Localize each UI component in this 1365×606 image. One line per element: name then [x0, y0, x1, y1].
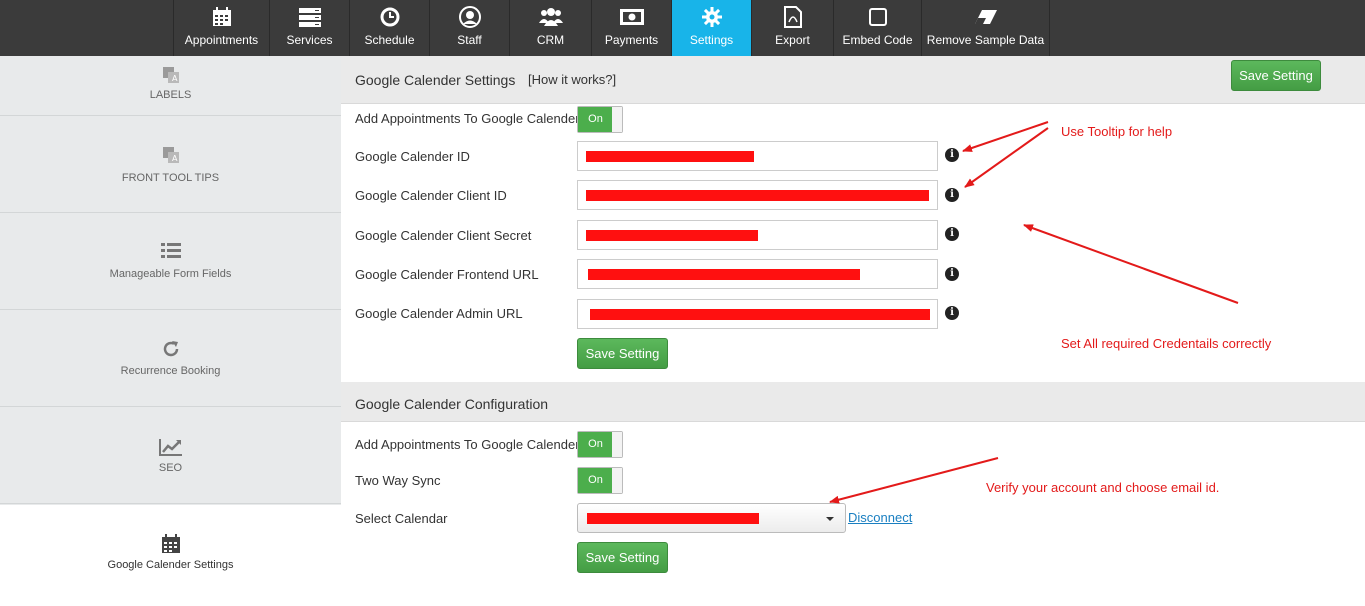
info-icon[interactable]: i	[945, 227, 959, 241]
arrow	[829, 457, 999, 504]
users-icon	[510, 5, 591, 29]
client-secret-field[interactable]	[577, 220, 938, 250]
calendar-select[interactable]	[577, 503, 846, 533]
add-appointments-toggle[interactable]: On	[577, 106, 623, 133]
nav-label: CRM	[536, 33, 565, 47]
nav-schedule[interactable]: Schedule	[349, 0, 429, 56]
arrow	[962, 121, 1049, 152]
redaction	[587, 513, 759, 524]
nav-settings[interactable]: Settings	[671, 0, 751, 56]
verify-note: Verify your account and choose email id.	[986, 480, 1220, 495]
sidebar-item-label: Recurrence Booking	[120, 365, 221, 377]
sidebar-item-front-tool-tips[interactable]: A FRONT TOOL TIPS	[0, 117, 341, 213]
two-way-sync-label: Two Way Sync	[355, 473, 441, 488]
how-it-works-link[interactable]: [How it works?]	[528, 72, 616, 87]
client-id-field[interactable]	[577, 180, 938, 210]
sidebar-item-google-calender-settings[interactable]: Google Calender Settings	[0, 505, 341, 606]
nav-label: Staff	[457, 33, 482, 47]
credentials-note: Set All required Credentails correctly	[1061, 336, 1272, 351]
toggle-knob	[612, 107, 622, 132]
field-label: Google Calender Client Secret	[355, 228, 532, 243]
pdf-icon	[752, 5, 833, 29]
settings-sidebar: A LABELS A FRONT TOOL TIPS Manageable Fo…	[0, 56, 341, 606]
nav-label: Export	[775, 33, 810, 47]
nav-remove-sample-data[interactable]: Remove Sample Data	[921, 0, 1050, 56]
line-chart-icon	[0, 438, 341, 456]
save-setting-button-top[interactable]: Save Setting	[1231, 60, 1321, 91]
toggle-on-label: On	[578, 107, 613, 132]
field-label: Google Calender Frontend URL	[355, 267, 539, 282]
select-calendar-label: Select Calendar	[355, 511, 448, 526]
field-label: Google Calender Admin URL	[355, 306, 523, 321]
frontend-url-field[interactable]	[577, 259, 938, 289]
svg-text:A: A	[172, 154, 178, 163]
two-way-sync-toggle[interactable]: On	[577, 467, 623, 494]
page: Appointments Services Schedule Staff CRM	[0, 0, 1365, 606]
nav-export[interactable]: Export	[751, 0, 833, 56]
refresh-icon	[0, 340, 341, 358]
info-icon[interactable]: i	[945, 148, 959, 162]
info-icon[interactable]: i	[945, 267, 959, 281]
settings-panel-header: Google Calender Settings [How it works?]	[341, 56, 1365, 104]
square-icon	[834, 5, 921, 29]
nav-label: Settings	[689, 33, 734, 47]
sidebar-item-label: FRONT TOOL TIPS	[121, 172, 220, 184]
list-icon	[0, 243, 341, 259]
config-title: Google Calender Configuration	[355, 396, 549, 412]
info-icon[interactable]: i	[945, 188, 959, 202]
calender-id-field[interactable]	[577, 141, 938, 171]
sidebar-item-label: SEO	[158, 462, 183, 474]
nav-crm[interactable]: CRM	[509, 0, 591, 56]
toggle-knob	[612, 468, 622, 493]
info-icon[interactable]: i	[945, 306, 959, 320]
config-add-appointments-toggle[interactable]: On	[577, 431, 623, 458]
config-panel-header: Google Calender Configuration	[341, 382, 1365, 422]
nav-staff[interactable]: Staff	[429, 0, 509, 56]
redaction	[586, 151, 754, 162]
sidebar-item-form-fields[interactable]: Manageable Form Fields	[0, 214, 341, 310]
translate-icon: A	[0, 146, 341, 164]
money-icon	[592, 5, 671, 29]
sidebar-item-label: Manageable Form Fields	[109, 268, 232, 280]
toggle-on-label: On	[578, 468, 613, 493]
config-save-setting-button[interactable]: Save Setting	[577, 542, 668, 573]
translate-icon: A	[0, 66, 341, 84]
nav-label: Remove Sample Data	[926, 33, 1045, 47]
sidebar-item-labels[interactable]: A LABELS	[0, 20, 341, 116]
tooltip-note: Use Tooltip for help	[1061, 124, 1173, 139]
toggle-on-label: On	[578, 432, 613, 457]
nav-payments[interactable]: Payments	[591, 0, 671, 56]
field-label: Google Calender Client ID	[355, 188, 507, 203]
redaction	[588, 269, 860, 280]
eraser-icon	[922, 5, 1049, 29]
gear-icon	[672, 5, 751, 29]
sidebar-item-recurrence-booking[interactable]: Recurrence Booking	[0, 311, 341, 407]
user-icon	[430, 5, 509, 29]
arrow	[1023, 224, 1239, 304]
add-appointments-label: Add Appointments To Google Calender	[355, 111, 580, 126]
disconnect-link[interactable]: Disconnect	[848, 510, 912, 525]
sidebar-item-seo[interactable]: SEO	[0, 408, 341, 504]
arrow	[964, 127, 1049, 188]
nav-label: Embed Code	[842, 33, 913, 47]
redaction	[586, 230, 758, 241]
chevron-down-icon	[826, 517, 834, 521]
save-setting-button[interactable]: Save Setting	[577, 338, 668, 369]
calendar-icon	[0, 534, 341, 554]
field-label: Google Calender ID	[355, 149, 470, 164]
clock-icon	[350, 5, 429, 29]
toggle-knob	[612, 432, 622, 457]
redaction	[586, 190, 929, 201]
sidebar-item-label: LABELS	[149, 89, 192, 101]
nav-label: Schedule	[364, 33, 415, 47]
redaction	[590, 309, 930, 320]
admin-url-field[interactable]	[577, 299, 938, 329]
nav-label: Payments	[604, 33, 659, 47]
svg-text:A: A	[172, 74, 178, 83]
nav-embed-code[interactable]: Embed Code	[833, 0, 921, 56]
panel-title: Google Calender Settings	[355, 72, 516, 88]
add-appointments-label: Add Appointments To Google Calender	[355, 437, 580, 452]
sidebar-item-label: Google Calender Settings	[107, 559, 234, 571]
